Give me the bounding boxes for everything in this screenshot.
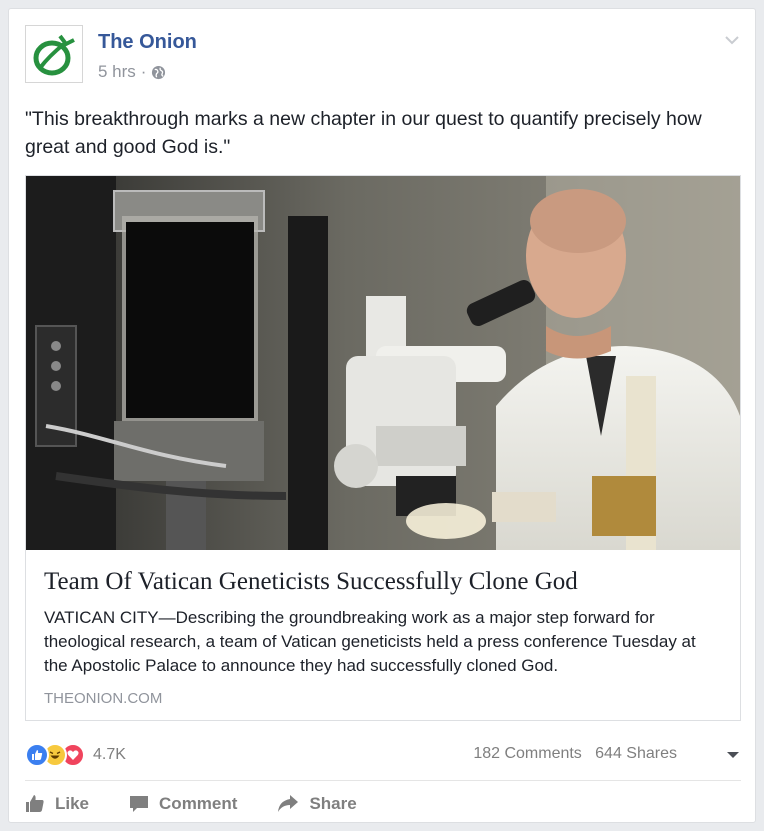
article-title[interactable]: Team Of Vatican Geneticists Successfully… [44, 568, 724, 596]
action-divider [25, 780, 741, 781]
share-button[interactable]: Share [277, 789, 357, 819]
reaction-count[interactable]: 4.7K [93, 746, 126, 764]
caret-down-icon[interactable] [725, 747, 741, 763]
post-card: The Onion 5 hrs · "This breakthrough mar… [8, 8, 756, 823]
lab-scene-illustration [26, 176, 740, 550]
onion-logo-icon [33, 34, 75, 76]
comment-icon [130, 796, 149, 812]
post-timestamp[interactable]: 5 hrs [98, 62, 136, 82]
thumbs-up-icon [26, 795, 44, 812]
share-label: Share [309, 794, 357, 813]
article-domain: THEONION.COM [44, 690, 163, 707]
page-avatar[interactable] [25, 25, 83, 83]
article-description: VATICAN CITY—Describing the groundbreaki… [44, 608, 696, 675]
reaction-icons[interactable] [25, 743, 85, 767]
like-label: Like [55, 794, 90, 813]
meta-separator: · [140, 62, 147, 81]
article-photo[interactable] [26, 176, 740, 550]
globe-icon [152, 65, 166, 79]
shares-count-link[interactable]: 644 Shares [595, 745, 677, 762]
post-header: The Onion 5 hrs · [25, 25, 741, 85]
engagement-counts: 182 Comments 644 Shares [473, 745, 677, 763]
comments-count-link[interactable]: 182 Comments [473, 745, 582, 762]
post-meta: 5 hrs · [98, 62, 166, 82]
post-message: "This breakthrough marks a new chapter i… [25, 108, 702, 158]
reactions-bar: 4.7K 182 Comments 644 Shares [25, 739, 741, 771]
like-button[interactable]: Like [25, 789, 89, 819]
link-preview[interactable]: Team Of Vatican Geneticists Successfully… [25, 175, 741, 721]
chevron-down-icon[interactable] [723, 31, 741, 49]
share-arrow-icon [278, 795, 299, 812]
page-name-link[interactable]: The Onion [98, 31, 197, 54]
like-icon [25, 743, 49, 767]
comment-button[interactable]: Comment [129, 789, 237, 819]
comment-label: Comment [159, 794, 238, 813]
post-actions: Like Comment Share [25, 789, 397, 819]
